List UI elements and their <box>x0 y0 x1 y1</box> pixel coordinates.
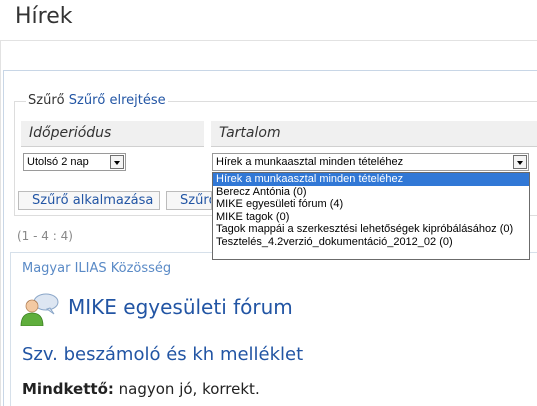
post-text: Mindkettő: nagyon jó, korrekt. <box>22 380 260 398</box>
content-dropdown-list[interactable]: Hírek a munkaasztal minden tételéhez Ber… <box>212 172 530 260</box>
chevron-down-icon[interactable] <box>110 155 124 169</box>
content-select[interactable]: Hírek a munkaasztal minden tételéhez <box>212 153 529 171</box>
chevron-down-icon[interactable] <box>513 155 527 169</box>
apply-filter-button[interactable]: Szűrő alkalmazása <box>18 191 160 210</box>
filter-legend: Szűrő Szűrő elrejtése <box>26 93 168 108</box>
period-header: Időperiódus <box>21 121 204 147</box>
content-select-value: Hírek a munkaasztal minden tételéhez <box>216 156 404 168</box>
page-title: Hírek <box>15 4 73 29</box>
dropdown-option[interactable]: Tagok mappái a szerkesztési lehetőségek … <box>213 223 529 236</box>
left-divider <box>0 40 1 406</box>
post-title-link[interactable]: Szv. beszámoló és kh melléklet <box>22 344 303 365</box>
hide-filter-button[interactable]: Szűrő elrejtése <box>166 191 212 210</box>
result-range: (1 - 4 : 4) <box>17 229 73 243</box>
period-select[interactable]: Utolsó 2 nap <box>23 153 126 171</box>
post-body: nagyon jó, korrekt. <box>113 380 260 398</box>
dropdown-option[interactable]: MIKE tagok (0) <box>213 211 529 224</box>
period-select-value: Utolsó 2 nap <box>27 156 89 168</box>
dropdown-option[interactable]: Hírek a munkaasztal minden tételéhez <box>213 173 529 186</box>
forum-title-link[interactable]: MIKE egyesületi fórum <box>68 295 293 319</box>
forum-users-icon <box>20 293 59 326</box>
dropdown-option[interactable]: Tesztelés_4.2verzió_dokumentáció_2012_02… <box>213 236 529 249</box>
header-divider <box>0 40 537 41</box>
post-author: Mindkettő: <box>22 380 114 398</box>
filter-label: Szűrő <box>28 93 65 108</box>
hide-filter-link[interactable]: Szűrő elrejtése <box>69 93 166 108</box>
community-link[interactable]: Magyar ILIAS Közösség <box>22 261 171 276</box>
content-header: Tartalom <box>211 121 537 147</box>
dropdown-option[interactable]: Berecz Antónia (0) <box>213 186 529 199</box>
dropdown-option[interactable]: MIKE egyesületi fórum (4) <box>213 198 529 211</box>
